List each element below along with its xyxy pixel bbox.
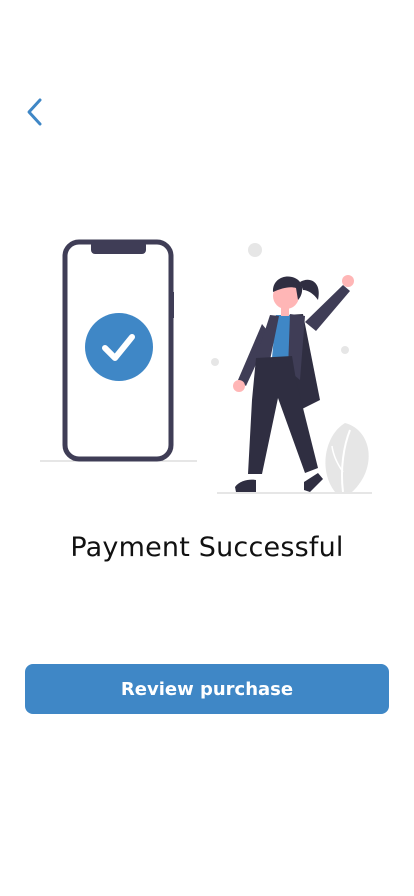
page-title: Payment Successful bbox=[70, 532, 344, 563]
chevron-left-icon bbox=[27, 98, 42, 126]
payment-success-illustration bbox=[40, 239, 372, 494]
review-purchase-button[interactable]: Review purchase bbox=[25, 664, 389, 714]
decor-dot-3 bbox=[341, 346, 349, 354]
decor-dot-1 bbox=[248, 243, 262, 257]
phone-illustration bbox=[62, 239, 174, 462]
plant-illustration bbox=[325, 423, 369, 493]
back-button[interactable] bbox=[14, 92, 54, 132]
decor-dot-2 bbox=[211, 358, 219, 366]
